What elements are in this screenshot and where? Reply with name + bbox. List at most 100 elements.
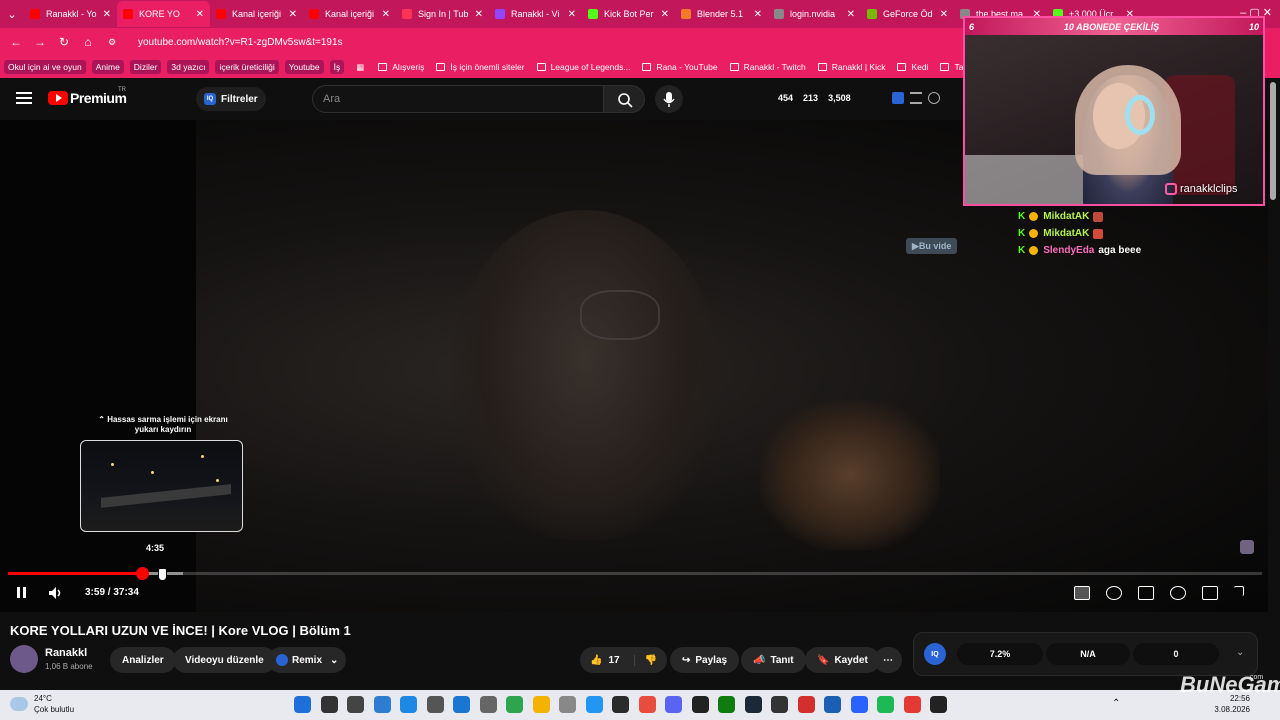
remix-button[interactable]: Remix ⌄ [268,647,347,673]
apps-grid-icon[interactable]: ▦ [356,62,364,73]
bookmark-folder[interactable]: Okul için ai ve oyun [4,60,86,74]
clock-date[interactable]: 3.08.2026 [1206,705,1250,714]
settings-gear-icon[interactable] [1170,586,1186,600]
volume-button[interactable] [48,586,64,600]
url-field[interactable]: youtube.com/watch?v=R1-zgDMv5sw&t=191s [138,37,343,48]
info-card-button[interactable]: ▶ Bu vide [906,238,958,254]
list-icon[interactable] [910,92,922,104]
cloud-icon[interactable] [10,697,28,711]
edit-video-button[interactable]: Videoyu düzenle [173,647,276,673]
chevron-down-icon[interactable]: ⌄ [1236,647,1244,658]
pause-button[interactable] [14,586,30,600]
steam-icon[interactable] [744,696,762,713]
tab-close-icon[interactable]: ✕ [661,9,669,20]
bookmark-item[interactable]: League of Legends... [536,62,630,72]
progress-scrubber-handle[interactable] [136,567,149,580]
progress-bar[interactable] [8,572,1262,575]
promote-button[interactable]: 📣 Tanıt [741,647,806,673]
weather-description[interactable]: Çok bulutlu [34,705,74,714]
iq-player-icon[interactable] [1074,586,1090,600]
browser-tab[interactable]: Ranakkl - Vi ✕ [489,1,582,27]
weather-temperature[interactable]: 24°C [34,694,52,703]
theater-mode-icon[interactable] [1202,586,1218,600]
tab-close-icon[interactable]: ✕ [754,9,762,20]
reload-icon[interactable]: ↻ [52,35,76,49]
search-input[interactable]: Ara [312,85,604,113]
app-icon[interactable] [691,696,709,713]
save-button[interactable]: 🔖 Kaydet [805,647,880,673]
bookmark-item[interactable]: Ranakkl - Twitch [729,62,806,72]
tab-close-icon[interactable]: ✕ [289,9,297,20]
browser-tab[interactable]: Ranakkl - Yo ✕ [24,1,117,27]
app-icon[interactable] [824,696,841,713]
bookmark-item[interactable]: İş için önemli siteler [436,62,525,72]
more-actions-button[interactable]: ⋯ [874,647,902,673]
channel-name[interactable]: Ranakkl [45,647,87,659]
tab-close-icon[interactable]: ✕ [568,9,576,20]
browser-tab[interactable]: Kick Bot Per ✕ [582,1,675,27]
bookmark-folder[interactable]: Diziler [129,60,162,74]
spotify-icon[interactable] [877,696,894,713]
browser-tab[interactable]: Sign In | Tub ✕ [396,1,489,27]
task-view-icon[interactable] [347,696,364,713]
windows-start-icon[interactable] [294,696,311,713]
analytics-button[interactable]: Analizler [110,647,176,673]
forward-icon[interactable]: → [28,35,52,49]
fullscreen-icon[interactable] [1234,586,1244,596]
bookmark-folder[interactable]: Anime [91,60,124,74]
tray-chevron-icon[interactable]: ⌃ [1112,698,1120,709]
filters-button[interactable]: IQ Filtreler [196,87,266,111]
app-icon[interactable] [373,696,391,713]
tab-close-icon[interactable]: ✕ [103,9,111,20]
epic-games-icon[interactable] [771,696,788,713]
bookmark-item[interactable]: Ranakkl | Kick [817,62,885,72]
tab-close-icon[interactable]: ✕ [382,9,390,20]
browser-tab[interactable]: Kanal içeriği ✕ [210,1,303,27]
tab-close-icon[interactable]: ✕ [847,9,855,20]
app-icon[interactable] [638,696,656,713]
tab-search-chevron-icon[interactable]: ⌄ [0,0,24,28]
app-icon[interactable] [506,696,523,713]
site-info-icon[interactable]: ⚙ [100,37,124,48]
iq-logo-icon[interactable]: IQ [924,643,946,665]
app-icon[interactable] [426,696,444,713]
app-icon[interactable] [559,696,576,713]
search-icon[interactable] [320,696,338,713]
bookmark-folder[interactable]: Youtube [284,60,324,74]
bookmark-folder[interactable]: İş [329,60,345,74]
back-icon[interactable]: ← [4,35,28,49]
browser-tab[interactable]: Blender 5.1 ✕ [675,1,768,27]
menu-icon[interactable] [16,92,32,104]
search-button[interactable] [603,85,645,113]
app-icon[interactable] [903,696,921,713]
thumbs-down-icon[interactable]: 👎 [633,654,657,666]
bookmark-folder[interactable]: içerik üreticiliği [215,60,279,74]
app-icon[interactable] [930,696,947,713]
share-button[interactable]: ↪ Paylaş [670,647,740,673]
app-icon[interactable] [850,696,868,713]
bookmark-folder[interactable]: 3d yazıcı [167,60,210,74]
app-icon[interactable] [479,696,497,713]
bookmark-item[interactable]: Rana - YouTube [642,62,718,72]
autoplay-toggle-icon[interactable] [1106,586,1122,600]
file-explorer-icon[interactable] [532,696,550,713]
channel-avatar[interactable] [10,645,38,673]
tab-close-icon[interactable]: ✕ [940,9,948,20]
app-icon[interactable] [400,696,417,713]
bookmark-item[interactable]: Alışveriş [378,62,424,72]
browser-tab[interactable]: GeForce Öd ✕ [861,1,954,27]
home-icon[interactable]: ⌂ [76,35,100,49]
page-scrollbar[interactable] [1270,82,1276,200]
chrome-icon[interactable] [612,696,629,713]
tab-close-icon[interactable]: ✕ [475,9,483,20]
subtitles-icon[interactable] [1138,586,1154,600]
app-icon[interactable] [585,696,603,713]
channel-watermark-icon[interactable] [1240,540,1254,554]
app-icon[interactable] [797,696,815,713]
xbox-icon[interactable] [718,696,735,713]
voice-search-button[interactable] [655,85,683,113]
youtube-logo-icon[interactable] [48,91,68,105]
discord-icon[interactable] [665,696,682,713]
iq-extension-icon[interactable] [892,92,904,104]
bookmark-item[interactable]: Kedi [897,62,928,72]
